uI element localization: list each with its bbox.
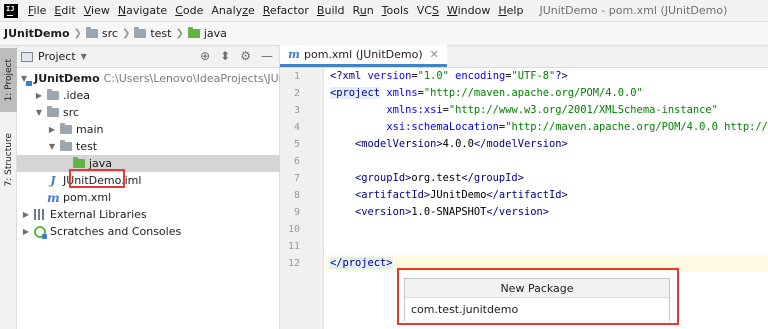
tool-tab-project[interactable]: 1: Project	[0, 48, 17, 112]
menu-file[interactable]: File	[24, 4, 50, 17]
line-number: 9	[293, 207, 300, 218]
line-number: 2	[293, 88, 300, 99]
menu-analyze[interactable]: Analyze	[207, 4, 258, 17]
tool-window-strip: 1: Project 7: Structure	[0, 46, 17, 329]
breadcrumb-item-project[interactable]: JUnitDemo	[4, 27, 70, 40]
library-icon	[34, 209, 46, 220]
line-number: 1	[293, 71, 300, 82]
chevron-down-icon[interactable]: ▼	[81, 52, 87, 61]
chevron-right-icon[interactable]: ▶	[34, 91, 44, 100]
tool-tab-structure[interactable]: 7: Structure	[0, 122, 17, 198]
breadcrumb: JUnitDemo ❯ src ❯ test ❯ java	[0, 22, 768, 46]
line-number: 4	[293, 122, 300, 133]
chevron-down-icon[interactable]: ▼	[47, 142, 57, 151]
line-number: 12	[287, 258, 300, 269]
menu-bar: IJ File Edit View Navigate Code Analyze …	[0, 0, 768, 22]
highlight-box-java	[69, 169, 125, 188]
folder-icon	[47, 89, 59, 100]
tree-item-pom-xml[interactable]: m pom.xml	[17, 189, 280, 206]
menu-run[interactable]: Run	[349, 4, 378, 17]
chevron-right-icon[interactable]: ▶	[21, 227, 31, 236]
line-number: 11	[287, 241, 300, 252]
folder-icon	[47, 106, 59, 117]
breadcrumb-item-java[interactable]: java	[187, 27, 227, 40]
code-line-1: <?xml version="1.0" encoding="UTF-8"?>	[330, 70, 568, 82]
chevron-right-icon: ❯	[175, 28, 184, 39]
maven-file-icon: m	[288, 47, 300, 61]
tree-item-java[interactable]: java	[17, 155, 280, 172]
menu-build[interactable]: Build	[313, 4, 349, 17]
test-source-folder-icon	[187, 27, 200, 38]
line-number: 5	[293, 139, 300, 150]
menu-code[interactable]: Code	[171, 4, 207, 17]
minimize-icon[interactable]: —	[261, 49, 273, 63]
breadcrumb-item-src[interactable]: src	[85, 27, 118, 40]
tree-item-junitdemo-iml[interactable]: J JUnitDemo.iml	[17, 172, 280, 189]
highlight-box-new-package	[397, 268, 679, 325]
close-icon[interactable]: ✕	[430, 48, 439, 61]
intellij-logo-icon: IJ	[4, 3, 18, 18]
menu-window[interactable]: Window	[443, 4, 494, 17]
tree-item-test[interactable]: ▼ test	[17, 138, 280, 155]
folder-icon	[134, 27, 147, 38]
line-number: 8	[293, 190, 300, 201]
test-source-folder-icon	[73, 157, 85, 168]
project-panel-header: Project ▼ ⊕ ⬍ ⚙ —	[17, 46, 279, 68]
line-number: 10	[287, 224, 300, 235]
code-line-8: <artifactId>JUnitDemo</artifactId>	[355, 189, 568, 201]
tree-item-main[interactable]: ▶ main	[17, 121, 280, 138]
line-number: 3	[293, 105, 300, 116]
tab-pom-xml[interactable]: m pom.xml (JUnitDemo) ✕	[280, 45, 447, 67]
maven-file-icon: m	[47, 190, 60, 205]
line-number-gutter: 1 2 3 4 5 6 7 8 9 10 11 12	[280, 68, 324, 329]
menu-navigate[interactable]: Navigate	[114, 4, 171, 17]
editor-tab-bar: m pom.xml (JUnitDemo) ✕	[280, 45, 768, 68]
menu-view[interactable]: View	[80, 4, 114, 17]
folder-icon	[60, 123, 72, 134]
code-line-4: xsi:schemaLocation="http://maven.apache.…	[386, 121, 768, 133]
menu-refactor[interactable]: Refactor	[259, 4, 313, 17]
project-view-selector[interactable]: Project	[38, 50, 76, 63]
code-line-3: xmlns:xsi="http://www.w3.org/2001/XMLSch…	[386, 104, 718, 116]
code-line-12: </project>	[330, 257, 393, 269]
code-line-5: <modelVersion>4.0.0</modelVersion>	[355, 138, 568, 150]
gear-icon[interactable]: ⚙	[240, 49, 251, 63]
tree-item-scratches[interactable]: ▶ Scratches and Consoles	[17, 223, 280, 240]
menu-edit[interactable]: Edit	[50, 4, 79, 17]
locate-target-icon[interactable]: ⊕	[200, 49, 210, 63]
chevron-down-icon[interactable]: ▼	[34, 108, 44, 117]
project-panel: Project ▼ ⊕ ⬍ ⚙ — ▼ JUnitDemo C:\Users\L…	[17, 46, 326, 329]
menu-tools[interactable]: Tools	[378, 4, 413, 17]
tree-item-idea[interactable]: ▶ .idea	[17, 87, 280, 104]
line-number: 7	[293, 173, 300, 184]
tree-item-junitdemo[interactable]: ▼ JUnitDemo C:\Users\Lenovo\IdeaProjects…	[17, 70, 326, 87]
tree-item-src[interactable]: ▼ src	[17, 104, 280, 121]
chevron-right-icon[interactable]: ▶	[21, 210, 31, 219]
window-title: JUnitDemo - pom.xml (JUnitDemo)	[539, 4, 728, 17]
folder-icon	[85, 27, 98, 38]
breadcrumb-item-test[interactable]: test	[134, 27, 171, 40]
iml-file-icon: J	[50, 173, 56, 187]
scratch-icon	[34, 225, 47, 239]
project-view-icon	[21, 51, 33, 62]
menu-help[interactable]: Help	[494, 4, 527, 17]
tree-item-external-libraries[interactable]: ▶ External Libraries	[17, 206, 280, 223]
collapse-all-icon[interactable]: ⬍	[220, 49, 230, 63]
folder-icon	[60, 140, 72, 151]
code-line-7: <groupId>org.test</groupId>	[355, 172, 524, 184]
chevron-right-icon[interactable]: ▶	[47, 125, 57, 134]
menu-vcs[interactable]: VCS	[413, 4, 443, 17]
chevron-right-icon: ❯	[121, 28, 131, 39]
line-number: 6	[293, 156, 300, 167]
code-line-9: <version>1.0-SNAPSHOT</version>	[355, 206, 549, 218]
chevron-right-icon: ❯	[73, 28, 82, 39]
code-line-2: <project xmlns="http://maven.apache.org/…	[330, 87, 643, 99]
